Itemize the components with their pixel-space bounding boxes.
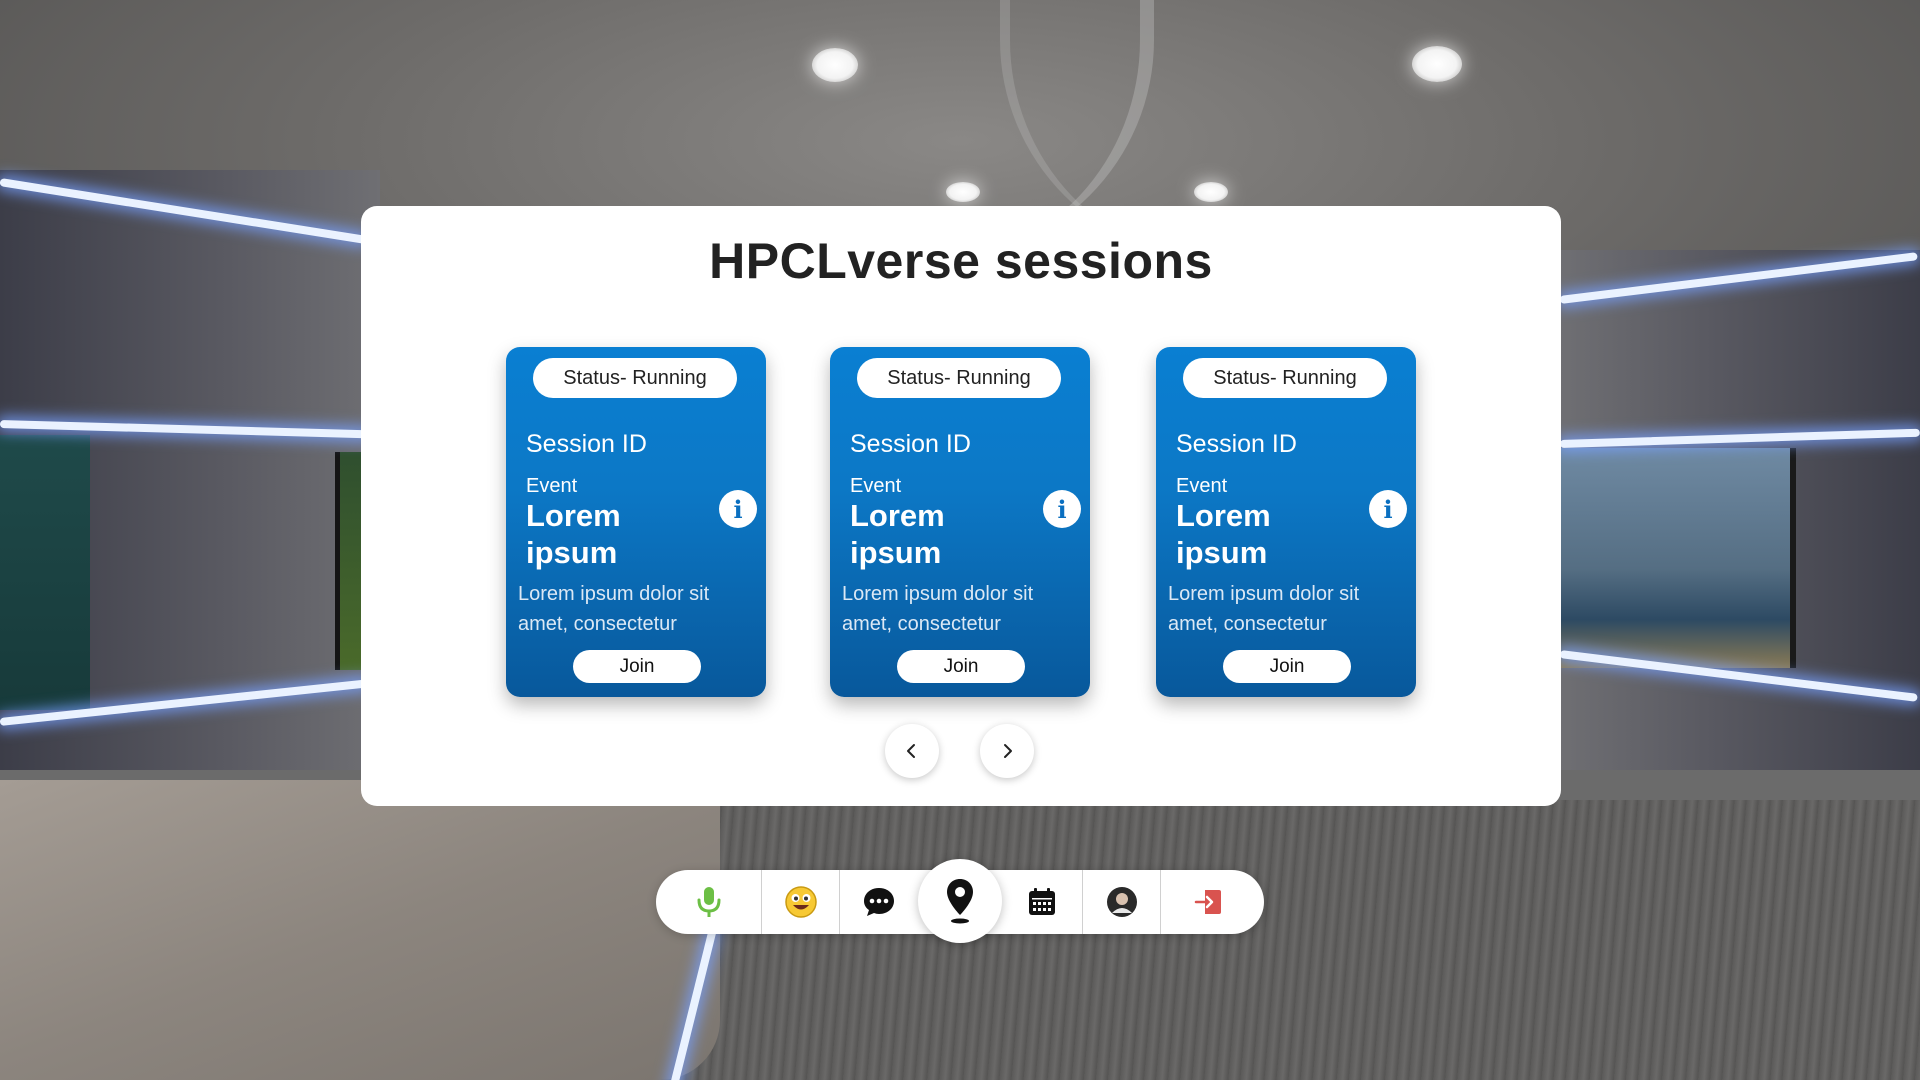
- next-page-button[interactable]: [980, 724, 1034, 778]
- microphone-button[interactable]: [656, 870, 761, 934]
- chat-icon: [864, 888, 894, 916]
- chevron-left-icon: [907, 744, 915, 758]
- session-description: Lorem ipsum dolor sit amet, consectetur: [1168, 583, 1360, 635]
- event-label: Event: [526, 475, 578, 497]
- chevron-right-icon: [1004, 744, 1012, 758]
- sessions-modal: HPCLverse sessions Status- Running Sessi…: [361, 206, 1561, 806]
- session-id-label: Session ID: [1176, 430, 1297, 458]
- exit-button[interactable]: [1161, 870, 1256, 934]
- previous-page-button[interactable]: [885, 724, 939, 778]
- info-icon[interactable]: i: [1043, 490, 1081, 528]
- calendar-icon: [1029, 888, 1055, 915]
- ceiling-light: [812, 48, 858, 82]
- emoji-button[interactable]: [762, 870, 839, 934]
- session-description: Lorem ipsum dolor sit amet, consectetur: [518, 583, 710, 635]
- join-button[interactable]: Join: [1223, 650, 1351, 683]
- chat-button[interactable]: [840, 870, 918, 934]
- ceiling-light: [1194, 182, 1228, 202]
- session-card: Status- Running Session ID Event Lorem i…: [506, 347, 766, 697]
- profile-avatar: [1106, 887, 1137, 917]
- session-card: Status- Running Session ID Event Lorem i…: [1156, 347, 1416, 697]
- event-label: Event: [1176, 475, 1228, 497]
- event-name: Lorem ipsum: [1176, 498, 1271, 570]
- wall-display: [1560, 448, 1796, 668]
- join-button[interactable]: Join: [897, 650, 1025, 683]
- stone-platform: [0, 780, 720, 1080]
- ceiling-light: [1412, 46, 1462, 82]
- emoji-icon: [784, 886, 817, 918]
- status-badge: Status- Running: [533, 358, 737, 398]
- ceiling-light: [946, 182, 980, 202]
- modal-title: HPCLverse sessions: [709, 233, 1213, 289]
- info-icon[interactable]: i: [1369, 490, 1407, 528]
- calendar-button[interactable]: [1002, 870, 1082, 934]
- bottom-toolbar: [656, 859, 1264, 943]
- wall-display: [0, 435, 90, 710]
- exit-icon: [1194, 890, 1221, 914]
- event-name: Lorem ipsum: [526, 498, 621, 570]
- status-badge: Status- Running: [857, 358, 1061, 398]
- status-badge: Status- Running: [1183, 358, 1387, 398]
- join-button[interactable]: Join: [573, 650, 701, 683]
- location-pin-icon: [947, 879, 973, 924]
- session-card: Status- Running Session ID Event Lorem i…: [830, 347, 1090, 697]
- session-id-label: Session ID: [850, 430, 971, 458]
- event-label: Event: [850, 475, 902, 497]
- session-description: Lorem ipsum dolor sit amet, consectetur: [842, 583, 1034, 635]
- info-icon[interactable]: i: [719, 490, 757, 528]
- event-name: Lorem ipsum: [850, 498, 945, 570]
- session-id-label: Session ID: [526, 430, 647, 458]
- profile-button[interactable]: [1083, 870, 1160, 934]
- microphone-icon: [697, 887, 720, 917]
- location-button[interactable]: [918, 859, 1002, 943]
